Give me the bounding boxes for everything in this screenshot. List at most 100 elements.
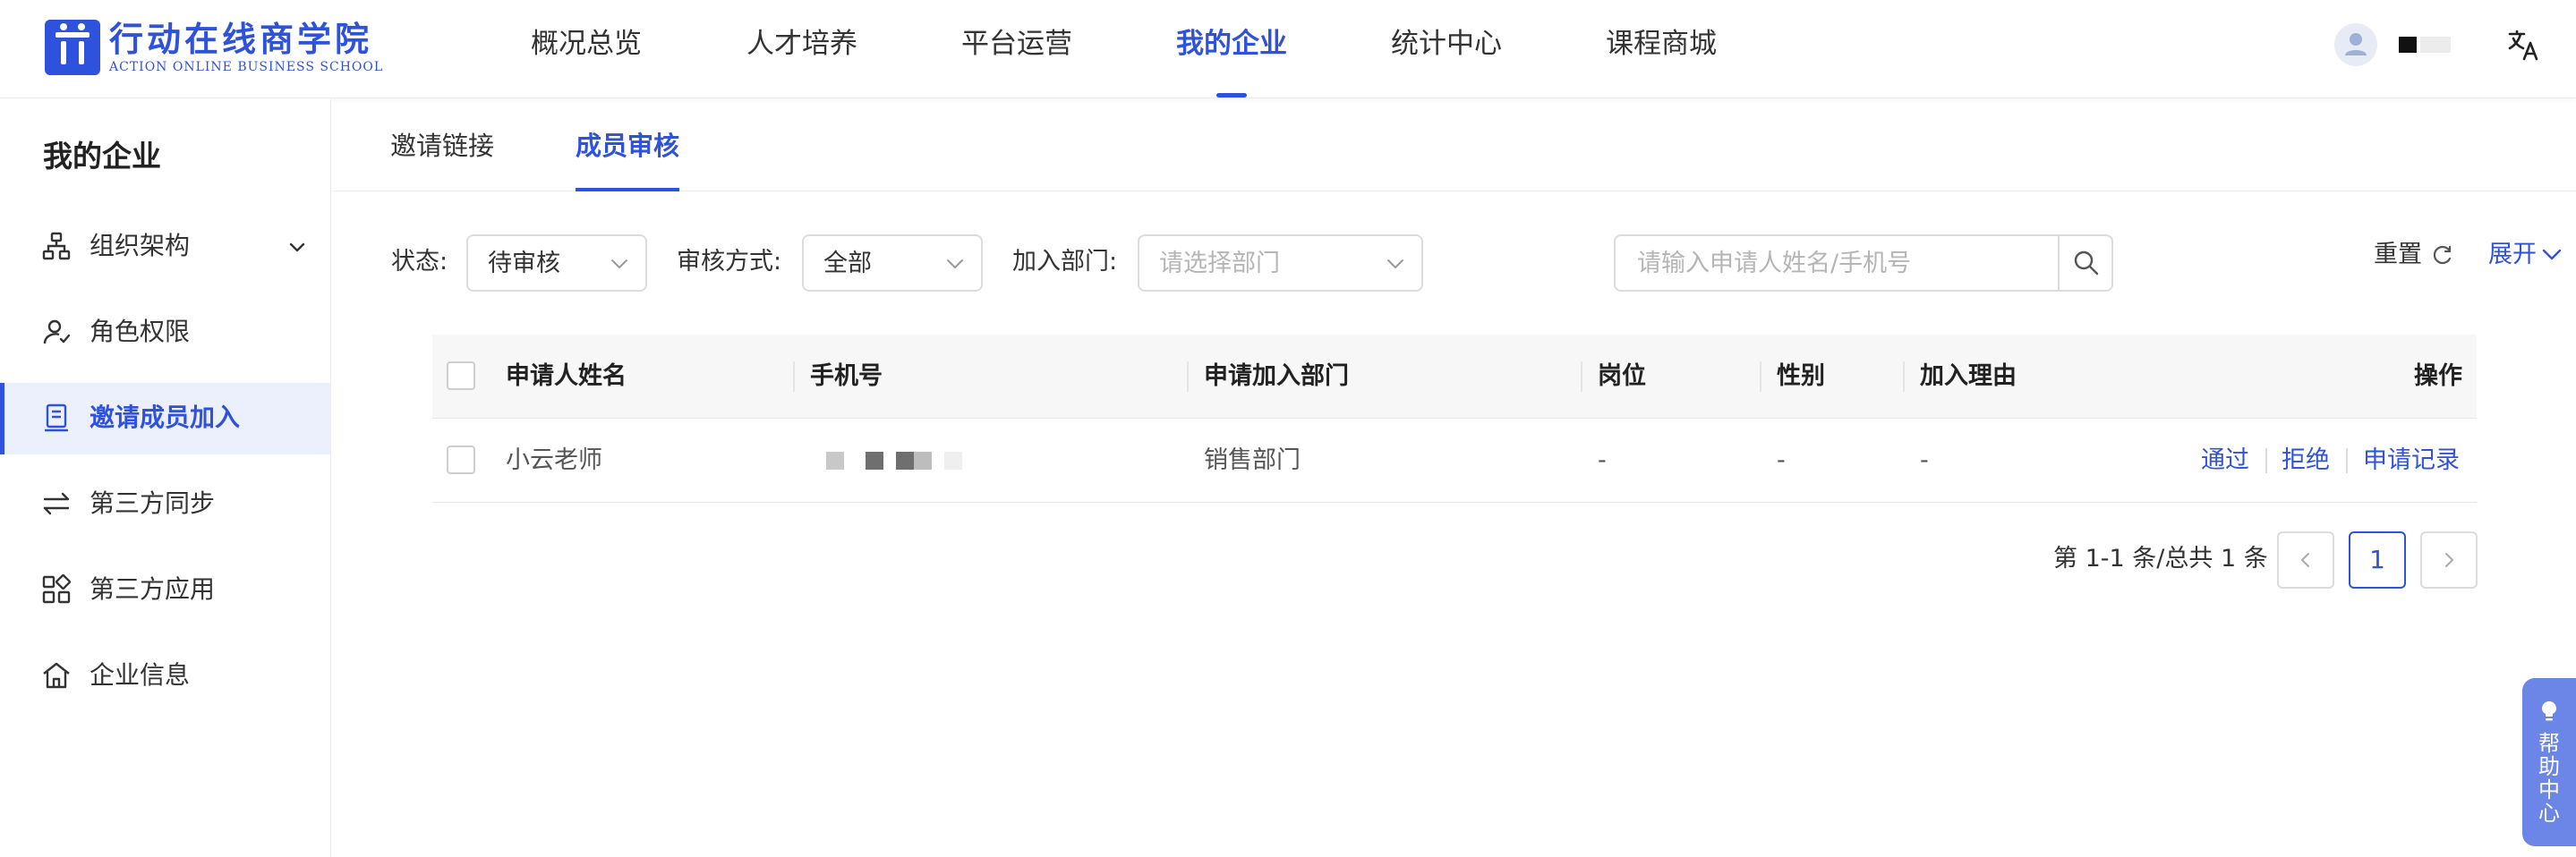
sidebar: 我的企业 组织架构 角色权限 邀请成员加入 第三方同步 第三方应用 企业信息 xyxy=(0,98,331,857)
brand-name-cn: 行动在线商学院 xyxy=(109,20,373,59)
help-center-label: 帮助中心 xyxy=(2538,731,2560,826)
document-icon xyxy=(41,403,72,433)
chevron-down-icon xyxy=(608,252,631,276)
sidebar-item-third-apps[interactable]: 第三方应用 xyxy=(0,555,330,626)
brand-logo[interactable]: 行动在线商学院 ACTION ONLINE BUSINESS SCHOOL xyxy=(45,20,382,75)
sidebar-item-company-info[interactable]: 企业信息 xyxy=(0,641,330,712)
home-icon xyxy=(41,660,72,691)
mask-block xyxy=(914,452,932,470)
search-box xyxy=(1614,234,2113,292)
chevron-left-icon xyxy=(2301,553,2309,567)
col-actions: 操作 xyxy=(2414,362,2462,390)
page-number-current[interactable]: 1 xyxy=(2349,531,2406,589)
logo-mark-icon xyxy=(45,20,100,75)
pagination-summary: 第 1-1 条/总共 1 条 xyxy=(2053,545,2268,573)
nav-course-mall[interactable]: 课程商城 xyxy=(1606,23,1717,98)
search-input[interactable] xyxy=(1616,236,2058,290)
column-divider xyxy=(1581,361,1582,392)
reset-button[interactable]: 重置 xyxy=(2374,234,2422,276)
tab-invite-link[interactable]: 邀请链接 xyxy=(390,125,494,191)
top-header: 行动在线商学院 ACTION ONLINE BUSINESS SCHOOL 概况… xyxy=(0,0,2576,98)
mask-block xyxy=(826,452,844,470)
search-icon xyxy=(2074,250,2099,276)
brand-name-en: ACTION ONLINE BUSINESS SCHOOL xyxy=(109,60,384,74)
col-applicant-name: 申请人姓名 xyxy=(506,362,627,390)
tab-member-review-label: 成员审核 xyxy=(576,131,680,161)
nav-overview[interactable]: 概况总览 xyxy=(531,23,642,98)
translate-icon[interactable] xyxy=(2506,27,2542,63)
column-divider xyxy=(1903,361,1905,392)
method-filter-label: 审核方式: xyxy=(677,248,782,276)
chevron-right-icon xyxy=(2445,553,2453,567)
search-button[interactable] xyxy=(2058,236,2111,290)
method-select-value: 全部 xyxy=(823,250,872,277)
column-divider xyxy=(1760,361,1761,392)
select-all-checkbox[interactable] xyxy=(447,361,475,390)
nav-my-company[interactable]: 我的企业 xyxy=(1176,23,1287,98)
sidebar-item-label: 企业信息 xyxy=(90,660,191,690)
next-page-button[interactable] xyxy=(2420,531,2478,589)
username-mask-light xyxy=(2420,37,2451,53)
reject-button[interactable]: 拒绝 xyxy=(2282,419,2330,503)
table-row: 小云老师 销售部门 - - - 通过 拒绝 申请记录 xyxy=(432,419,2477,503)
action-divider xyxy=(2346,448,2348,473)
department-select-placeholder: 请选择部门 xyxy=(1159,250,1280,277)
sidebar-item-label: 第三方应用 xyxy=(90,574,216,604)
col-position: 岗位 xyxy=(1598,362,1646,390)
avatar-icon[interactable] xyxy=(2334,23,2377,66)
chevron-down-icon[interactable] xyxy=(285,234,310,259)
org-chart-icon xyxy=(41,231,72,261)
sidebar-item-label: 角色权限 xyxy=(90,317,191,346)
mask-block xyxy=(944,452,962,470)
sidebar-item-org[interactable]: 组织架构 xyxy=(0,211,330,283)
method-select[interactable]: 全部 xyxy=(802,234,983,292)
sidebar-item-label: 组织架构 xyxy=(90,231,191,260)
lightbulb-icon xyxy=(2542,701,2556,721)
tab-bar: 邀请链接 成员审核 xyxy=(332,98,2576,191)
phone-masked xyxy=(810,419,1079,503)
sync-arrows-icon xyxy=(41,488,72,519)
department-select[interactable]: 请选择部门 xyxy=(1138,234,1423,292)
nav-my-company-label: 我的企业 xyxy=(1176,28,1287,60)
tab-member-review[interactable]: 成员审核 xyxy=(576,125,680,191)
row-checkbox[interactable] xyxy=(447,445,475,474)
refresh-icon[interactable] xyxy=(2431,243,2454,267)
table-header: 申请人姓名 手机号 申请加入部门 岗位 性别 加入理由 操作 xyxy=(432,335,2477,419)
chevron-down-icon xyxy=(1384,252,1407,276)
sidebar-item-invite[interactable]: 邀请成员加入 xyxy=(0,383,330,454)
prev-page-button[interactable] xyxy=(2277,531,2334,589)
nav-statistics[interactable]: 统计中心 xyxy=(1391,23,1502,98)
gender-value: - xyxy=(1777,446,1786,474)
username-mask[interactable] xyxy=(2399,37,2417,53)
col-reason: 加入理由 xyxy=(1920,362,2017,390)
apps-grid-icon xyxy=(41,573,72,605)
active-indicator xyxy=(0,383,4,454)
approve-button[interactable]: 通过 xyxy=(2201,419,2249,503)
status-filter-label: 状态: xyxy=(391,248,448,276)
application-record-link[interactable]: 申请记录 xyxy=(2363,419,2460,503)
mask-block xyxy=(896,452,914,470)
action-divider xyxy=(2265,448,2267,473)
status-select-value: 待审核 xyxy=(488,250,560,277)
column-divider xyxy=(1187,361,1189,392)
applicant-name: 小云老师 xyxy=(506,446,602,474)
sidebar-item-label: 第三方同步 xyxy=(90,488,216,518)
user-role-icon xyxy=(41,317,72,347)
column-divider xyxy=(793,361,795,392)
mask-block xyxy=(866,452,883,470)
department-filter-label: 加入部门: xyxy=(1012,248,1118,276)
col-gender: 性别 xyxy=(1777,362,1825,390)
sidebar-item-third-sync[interactable]: 第三方同步 xyxy=(0,469,330,540)
tab-active-indicator xyxy=(576,188,680,191)
expand-button[interactable]: 展开 xyxy=(2488,234,2537,276)
help-center-button[interactable]: 帮助中心 xyxy=(2522,678,2576,846)
nav-talent[interactable]: 人才培养 xyxy=(746,23,857,98)
chevron-down-icon[interactable] xyxy=(2540,243,2563,267)
nav-platform[interactable]: 平台运营 xyxy=(961,23,1072,98)
col-department: 申请加入部门 xyxy=(1204,362,1349,390)
sidebar-item-roles[interactable]: 角色权限 xyxy=(0,297,330,369)
department-value: 销售部门 xyxy=(1204,446,1301,474)
chevron-down-icon xyxy=(943,252,967,276)
status-select[interactable]: 待审核 xyxy=(466,234,647,292)
position-value: - xyxy=(1598,446,1607,474)
